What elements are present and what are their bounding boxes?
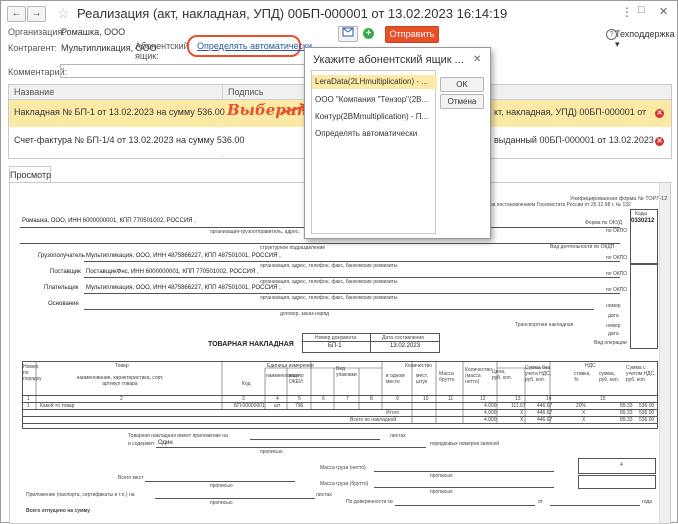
- item-unit: шт: [274, 403, 281, 409]
- arrow-left-icon: ←: [11, 8, 22, 19]
- org-label: Организация:: [8, 27, 65, 37]
- contractor-label: Контрагент:: [8, 43, 58, 53]
- close-icon[interactable]: ✕: [473, 54, 481, 65]
- row-desc: выданный 00БП-000001 от 13.02.2023: [494, 135, 654, 145]
- row-name: Счет-фактура № БП-1/4 от 13.02.2023 на с…: [14, 135, 245, 145]
- mailbox-label: Абонентский ящик:: [135, 41, 189, 61]
- arrow-right-icon: →: [31, 8, 42, 19]
- delete-icon[interactable]: ✕: [655, 137, 664, 146]
- org-value: Ромашка, ООО: [61, 27, 126, 37]
- dialog-title: Укажите абонентский ящик ...: [313, 54, 464, 66]
- send-button[interactable]: Отправить: [385, 26, 439, 43]
- delete-icon[interactable]: ✕: [655, 109, 664, 118]
- item-sum: 446.67: [537, 403, 553, 409]
- item-num: 1: [27, 403, 30, 409]
- document-window: ← → ☆ Реализация (акт, накладная, УПД) 0…: [0, 0, 678, 524]
- window-title: Реализация (акт, накладная, УПД) 00БП-00…: [77, 6, 508, 21]
- chevron-down-icon: ▾: [615, 39, 620, 49]
- item-name: Какой то товар: [40, 403, 75, 409]
- ok-button[interactable]: OK: [440, 77, 484, 92]
- restore-icon[interactable]: □: [638, 4, 645, 16]
- mailbox-auto-link[interactable]: Определять автоматически: [197, 41, 312, 51]
- row-desc: кт, накладная, УПД) 00БП-000001 от: [494, 107, 647, 117]
- list-item[interactable]: Определять автоматически: [312, 127, 437, 141]
- document-icon: [342, 27, 354, 37]
- scrollbar[interactable]: [659, 183, 670, 523]
- tab-preview[interactable]: Просмотр: [9, 166, 51, 183]
- mailbox-dialog: Укажите абонентский ящик ... ✕ LeraData(…: [304, 47, 491, 239]
- item-code: БП-00000001: [234, 403, 265, 409]
- item-qty: 4.000: [484, 403, 497, 409]
- comment-label: Комментарий:: [8, 67, 68, 77]
- star-icon[interactable]: ☆: [57, 5, 70, 22]
- item-rate: 20%: [576, 403, 587, 409]
- col-sign-header: Подпись: [228, 87, 264, 97]
- item-vat: 89.33: [620, 403, 633, 409]
- support-menu[interactable]: Техподдержка ▾: [615, 29, 677, 50]
- cancel-button[interactable]: Отмена: [440, 94, 484, 109]
- forward-button[interactable]: →: [27, 6, 46, 22]
- comment-input[interactable]: [60, 64, 310, 78]
- list-item[interactable]: LeraData(2LHmultiplication) - ...: [312, 75, 437, 89]
- more-icon[interactable]: ⋮: [621, 5, 633, 19]
- col-name-header: Название: [14, 87, 55, 97]
- close-icon[interactable]: ✕: [659, 5, 668, 18]
- row-name: Накладная № БП-1 от 13.02.2023 на сумму …: [14, 107, 225, 117]
- list-item[interactable]: ООО "Компания "Тензор"(2B...: [312, 93, 437, 107]
- item-okei: 796: [295, 403, 304, 409]
- doc-icon-button[interactable]: [338, 26, 358, 42]
- item-price: 111.67: [511, 403, 526, 409]
- list-item[interactable]: Контур(2BMmultiplication) - П...: [312, 110, 437, 124]
- back-button[interactable]: ←: [7, 6, 26, 22]
- item-total: 536.00: [639, 403, 655, 409]
- add-icon[interactable]: +: [363, 28, 374, 39]
